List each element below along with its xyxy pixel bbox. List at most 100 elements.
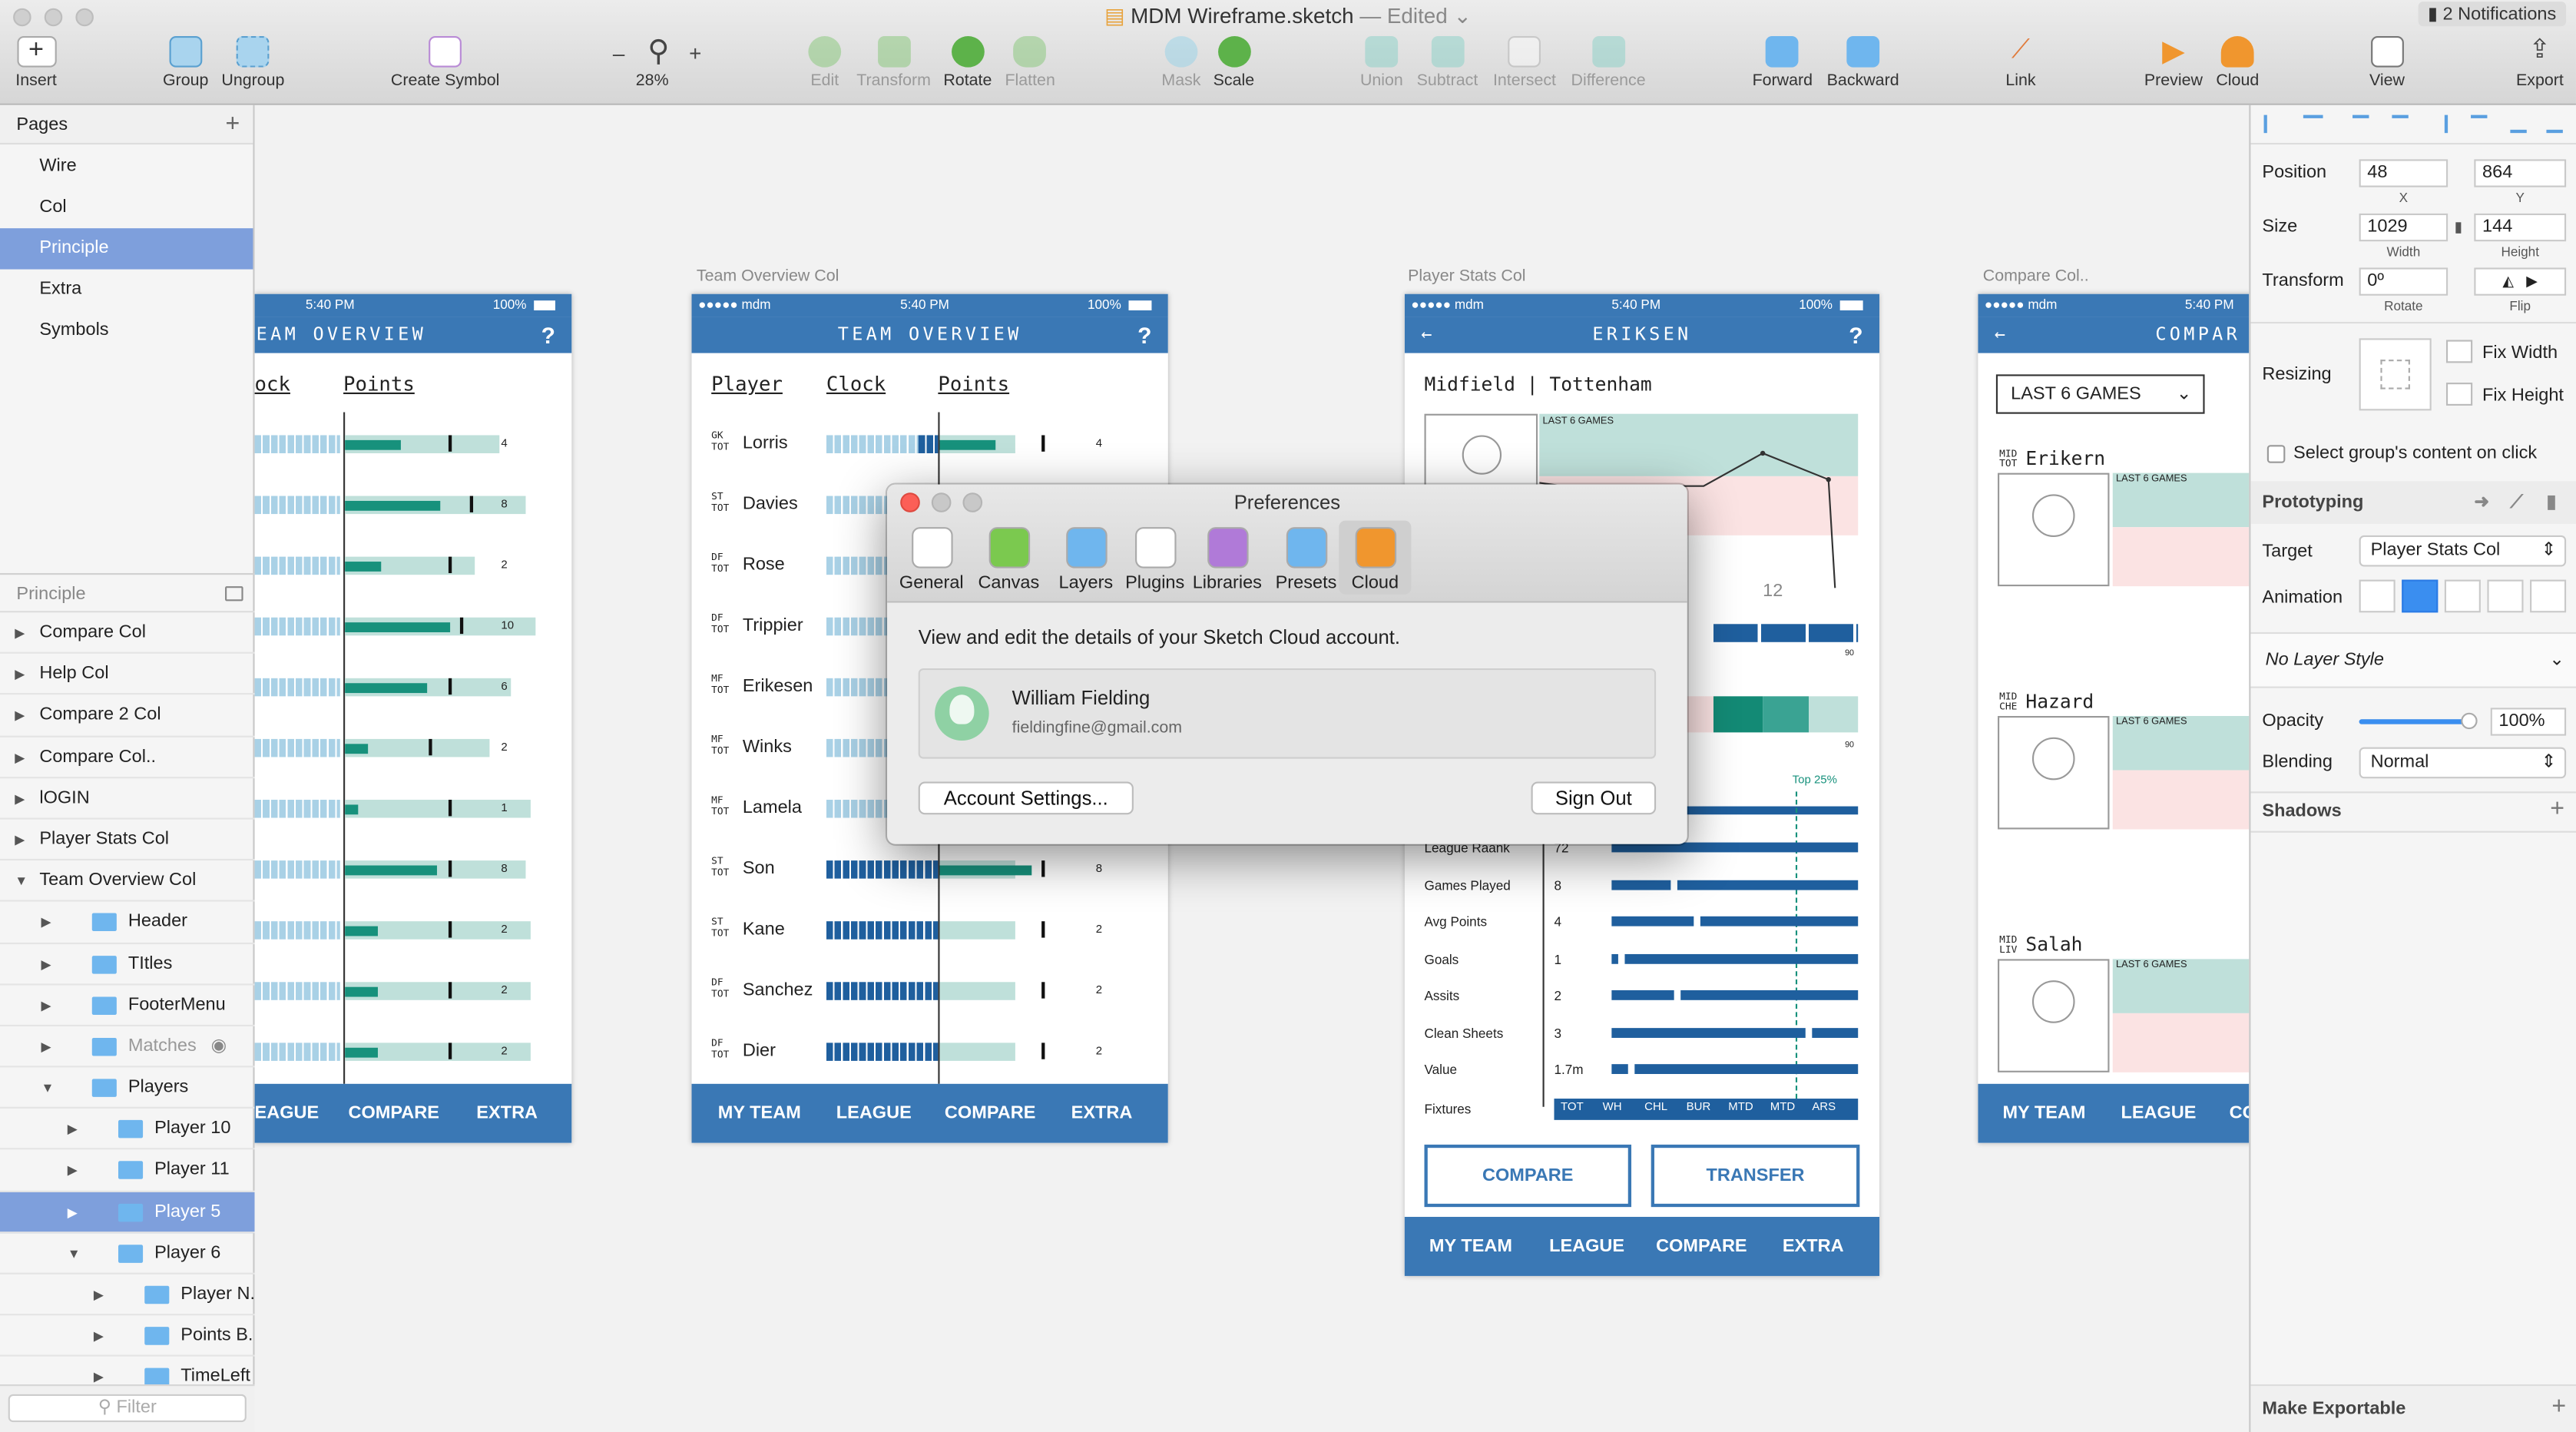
difference-button[interactable]: Difference: [1571, 36, 1646, 91]
pref-tab[interactable]: Cloud: [1339, 520, 1412, 595]
animation-up-icon[interactable]: [2444, 579, 2481, 613]
layer-row[interactable]: ▶ Player Stats Col: [0, 820, 255, 861]
rotate-button[interactable]: Rotate: [943, 36, 992, 91]
artboard-label-compare[interactable]: Compare Col..: [1983, 267, 2089, 286]
artboard-partial-team-overview[interactable]: 5:40 PM 100% EAM OVERVIEW? ock Points 4 8 2…: [254, 293, 572, 1143]
back-arrow-icon[interactable]: ←: [1995, 317, 2005, 353]
align-baseline-icon[interactable]: [2546, 115, 2563, 134]
zoom-control[interactable]: – ⚲ +28%: [613, 36, 702, 91]
add-page-button[interactable]: +: [226, 105, 240, 144]
disclosure-triangle-icon[interactable]: ▶: [68, 1109, 78, 1149]
x-field[interactable]: 48: [2359, 159, 2449, 187]
footer-league[interactable]: LEAGUE: [1549, 1217, 1624, 1276]
flatten-button[interactable]: Flatten: [1005, 36, 1055, 91]
backward-button[interactable]: Backward: [1827, 36, 1899, 91]
add-shadow-button[interactable]: +: [2550, 795, 2564, 823]
export-button[interactable]: ⇪ Export: [2516, 36, 2564, 91]
disclosure-triangle-icon[interactable]: ▼: [68, 1233, 81, 1273]
layer-row[interactable]: ▶ FooterMenu: [0, 985, 255, 1026]
disclosure-triangle-icon[interactable]: ▶: [15, 612, 25, 652]
fix-height-icon[interactable]: [2445, 383, 2473, 406]
preview-button[interactable]: ▶ Preview: [2144, 36, 2203, 91]
collapse-icon[interactable]: [225, 586, 243, 602]
layer-row[interactable]: ▶ Player 10: [0, 1109, 255, 1151]
layer-row[interactable]: ▶ Matches ◉: [0, 1026, 255, 1068]
artboard-label-team-overview[interactable]: Team Overview Col: [697, 267, 839, 286]
back-arrow-icon[interactable]: ←: [1421, 317, 1432, 353]
flip-horizontal-icon[interactable]: ◭ ▶: [2502, 273, 2538, 289]
column-header-clock[interactable]: ock: [255, 373, 290, 396]
artboard-label-player-stats[interactable]: Player Stats Col: [1408, 267, 1525, 286]
view-button[interactable]: View: [2369, 36, 2405, 91]
align-bottom-icon[interactable]: [2471, 114, 2488, 134]
layer-row[interactable]: ▼ Players: [0, 1068, 255, 1109]
disclosure-triangle-icon[interactable]: ▶: [15, 737, 25, 777]
disclosure-triangle-icon[interactable]: ▶: [94, 1316, 104, 1356]
layer-row[interactable]: ▶ Player 5: [0, 1192, 255, 1233]
pref-tab[interactable]: Layers: [1050, 527, 1122, 593]
footer-compare[interactable]: COMPARE: [945, 1084, 1036, 1143]
layer-row[interactable]: ▼ Team Overview Col: [0, 860, 255, 903]
create-symbol-button[interactable]: Create Symbol: [391, 36, 499, 91]
cloud-button[interactable]: Cloud: [2216, 36, 2259, 91]
align-left-icon[interactable]: [2263, 114, 2280, 134]
footer-my-team[interactable]: MY TEAM: [1429, 1217, 1512, 1276]
disclosure-triangle-icon[interactable]: ▼: [41, 1068, 54, 1108]
games-dropdown[interactable]: LAST 6 GAMES ⌄: [1995, 374, 2205, 414]
disclosure-triangle-icon[interactable]: ▶: [41, 902, 51, 942]
lock-icon[interactable]: ▮: [2455, 218, 2463, 237]
intersect-button[interactable]: Intersect: [1493, 36, 1556, 91]
pref-tab[interactable]: Presets: [1270, 527, 1342, 593]
disclosure-triangle-icon[interactable]: ▶: [41, 1026, 51, 1066]
disclosure-triangle-icon[interactable]: ▶: [15, 695, 25, 735]
link-icon[interactable]: ⟋: [2510, 481, 2522, 524]
layer-row[interactable]: ▶ Player 11: [0, 1150, 255, 1192]
footer-compare[interactable]: COMPARE: [1656, 1217, 1747, 1276]
distribute-icon[interactable]: [2303, 114, 2323, 134]
fix-width-icon[interactable]: [2445, 340, 2473, 363]
arrow-right-circle-icon[interactable]: ➜: [2474, 481, 2489, 524]
height-field[interactable]: 144: [2474, 213, 2567, 242]
layer-row[interactable]: ▼ Player 6: [0, 1233, 255, 1275]
page-item[interactable]: Symbols: [0, 310, 253, 351]
disclosure-triangle-icon[interactable]: ▶: [68, 1192, 78, 1231]
column-header-points[interactable]: Points: [938, 373, 1009, 396]
filter-input[interactable]: ⚲ Filter: [8, 1394, 247, 1423]
disclosure-triangle-icon[interactable]: ▶: [15, 778, 25, 818]
animation-down-icon[interactable]: [2530, 579, 2567, 613]
select-group-checkbox[interactable]: [2266, 445, 2286, 463]
column-header-points[interactable]: Points: [343, 373, 415, 396]
ungroup-button[interactable]: Ungroup: [221, 36, 284, 91]
disclosure-triangle-icon[interactable]: ▶: [15, 820, 25, 860]
footer-league[interactable]: EAGUE: [255, 1084, 320, 1143]
chevron-down-icon[interactable]: ⌄: [1454, 3, 1472, 28]
layer-row[interactable]: ▶ Compare Col..: [0, 737, 255, 778]
footer-extra[interactable]: EXTRA: [1783, 1217, 1844, 1276]
group-button[interactable]: Group: [163, 36, 208, 91]
layer-row[interactable]: ▶ Compare 2 Col: [0, 695, 255, 737]
help-button[interactable]: ?: [541, 317, 555, 353]
transform-button[interactable]: Transform: [856, 36, 931, 91]
target-select[interactable]: Player Stats Col ⇕: [2359, 535, 2567, 567]
union-button[interactable]: Union: [1360, 36, 1403, 91]
pref-tab[interactable]: Libraries: [1191, 527, 1263, 593]
opacity-field[interactable]: 100%: [2490, 708, 2567, 736]
layer-row[interactable]: ▶ lOGIN: [0, 778, 255, 820]
footer-league[interactable]: LEAGUE: [2121, 1084, 2196, 1143]
disclosure-triangle-icon[interactable]: ▶: [41, 985, 51, 1025]
pref-tab[interactable]: Canvas: [972, 527, 1045, 593]
footer-extra[interactable]: EXTRA: [476, 1084, 538, 1143]
footer-league[interactable]: LEAGUE: [836, 1084, 912, 1143]
footer-my-team[interactable]: MY TEAM: [718, 1084, 801, 1143]
align-middle-icon[interactable]: [2392, 114, 2409, 134]
trash-icon[interactable]: ▮: [2546, 481, 2556, 524]
disclosure-triangle-icon[interactable]: ▶: [15, 654, 25, 694]
disclosure-triangle-icon[interactable]: ▼: [15, 860, 28, 900]
help-button[interactable]: ?: [1849, 317, 1862, 353]
layer-row[interactable]: ▶ Help Col: [0, 654, 255, 696]
pref-tab[interactable]: Plugins: [1119, 527, 1191, 593]
disclosure-triangle-icon[interactable]: ▶: [94, 1275, 104, 1314]
layer-style-select[interactable]: No Layer Style ⌄: [2250, 634, 2576, 687]
sign-out-button[interactable]: Sign Out: [1531, 781, 1657, 815]
animation-none-icon[interactable]: [2359, 579, 2396, 613]
